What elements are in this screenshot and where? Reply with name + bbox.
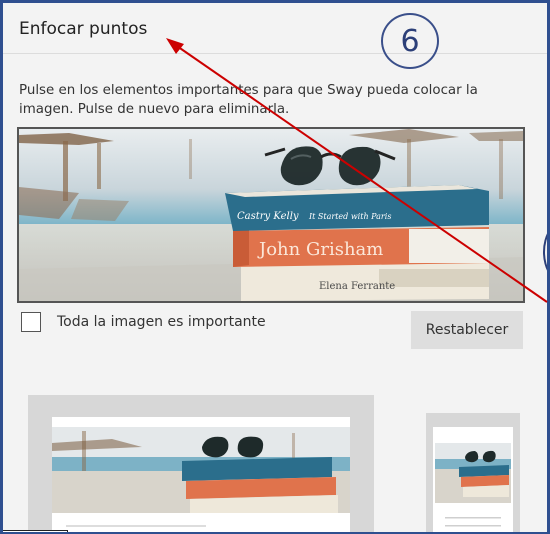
reset-button[interactable]: Restablecer [411, 311, 523, 349]
panel-header: Enfocar puntos [3, 3, 547, 54]
book-top-subtitle: It Started with Paris [308, 212, 391, 221]
focus-points-panel: Enfocar puntos 6 Pulse en los elementos … [0, 0, 550, 534]
whole-image-important-row[interactable]: Toda la imagen es importante [21, 312, 266, 332]
desktop-preview-image [52, 427, 350, 527]
desktop-preview-screen [52, 417, 350, 532]
desktop-preview [28, 395, 374, 532]
panel-title: Enfocar puntos [19, 19, 148, 39]
focus-image[interactable]: Elena Ferrante John Grisham Castry Kelly… [17, 127, 525, 303]
mobile-preview-image [435, 443, 511, 527]
whole-image-important-checkbox[interactable] [21, 312, 41, 332]
step-number-badge: 6 [381, 13, 439, 69]
mobile-preview [426, 413, 520, 532]
bottom-edge-tab [3, 530, 68, 532]
book-middle: John Grisham [233, 227, 489, 267]
book-middle-title: John Grisham [257, 239, 383, 260]
book-bottom-title: Elena Ferrante [319, 281, 395, 292]
instructions-text: Pulse en los elementos importantes para … [19, 83, 478, 117]
book-bottom: Elena Ferrante [241, 261, 489, 301]
beach-books-image: Elena Ferrante John Grisham Castry Kelly… [19, 129, 523, 301]
book-top: Castry Kelly It Started with Paris [225, 185, 489, 231]
partial-annotation-circle [543, 221, 547, 283]
book-top-title: Castry Kelly [237, 211, 299, 222]
mobile-preview-screen [433, 427, 513, 532]
whole-image-important-label[interactable]: Toda la imagen es importante [57, 314, 266, 330]
